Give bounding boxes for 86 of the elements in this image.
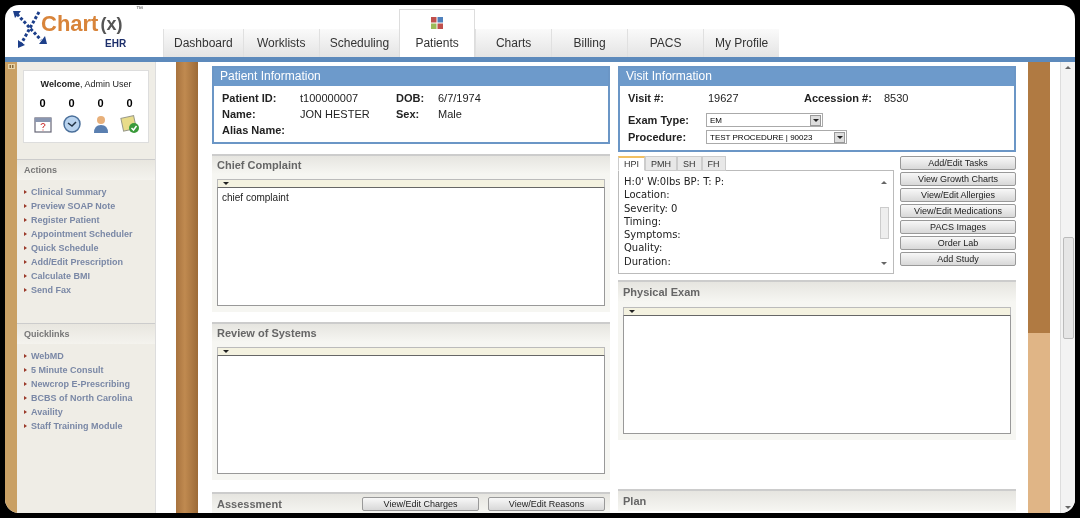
hpi-line: Timing: — [624, 214, 663, 229]
field-label: Sex: — [396, 108, 421, 120]
dropdown[interactable]: TEST PROCEDURE | 90023 — [706, 130, 847, 144]
bullet-icon — [24, 246, 27, 250]
hpi-text-box[interactable]: H:0' W:0lbs BP: T: P: Location: Severity: 0 Timing: Symptoms: Quality: Duration: — [618, 170, 894, 274]
bullet-icon — [24, 382, 27, 386]
action-button[interactable]: View/Edit Reasons — [488, 497, 605, 511]
bullet-icon — [24, 260, 27, 264]
logo-text-mark: (x) — [100, 13, 123, 36]
counter-value: 0 — [97, 97, 104, 109]
text-area[interactable]: chief complaint — [217, 188, 605, 306]
panel-title: Patient Information — [214, 68, 608, 86]
dropdown[interactable]: EM — [706, 113, 823, 127]
hpi-line: H:0' W:0lbs BP: T: P: — [624, 175, 726, 189]
dropdown-icon[interactable] — [223, 182, 229, 185]
field-label: Procedure: — [628, 131, 688, 143]
hpi-line: Symptoms: — [624, 228, 682, 242]
grid-icon — [431, 17, 444, 29]
bullet-icon — [24, 288, 27, 292]
hpi-line: Severity: 0 — [624, 201, 679, 215]
nav-tab[interactable]: Patients — [399, 9, 476, 57]
nav-tab[interactable]: Charts — [475, 29, 552, 57]
nav-tab[interactable]: Scheduling — [318, 29, 400, 57]
logo-subtitle: EHR — [105, 38, 127, 49]
field-value: 6/7/1974 — [438, 92, 482, 104]
history-tab[interactable]: SH — [677, 156, 702, 171]
nav-tab[interactable]: Dashboard — [163, 29, 243, 57]
history-tab[interactable]: HPI — [618, 156, 645, 171]
hpi-line: Location: — [624, 188, 671, 202]
field-label: Name: — [222, 108, 257, 120]
action-button[interactable]: Add Study — [900, 252, 1016, 266]
dropdown-icon[interactable] — [223, 350, 229, 353]
nav-tab[interactable]: PACS — [627, 29, 704, 57]
action-button[interactable]: Add/Edit Tasks — [900, 156, 1016, 170]
bullet-icon — [24, 218, 27, 222]
field-label: DOB: — [396, 92, 426, 104]
history-tab[interactable]: PMH — [645, 156, 677, 171]
bullet-icon — [24, 354, 27, 358]
field-label: Accession #: — [804, 92, 873, 104]
bullet-icon — [24, 368, 27, 372]
nav-tab[interactable]: My Profile — [703, 29, 780, 57]
field-value: 8530 — [884, 92, 910, 104]
collapse-icon — [7, 64, 15, 69]
field-label: Visit #: — [628, 92, 665, 104]
section-title: Chief Complaint — [217, 159, 302, 171]
counter-value: 0 — [39, 97, 46, 109]
hpi-line: Quality: — [624, 241, 664, 255]
page-scrollbar[interactable] — [1060, 62, 1075, 513]
bullet-icon — [24, 396, 27, 400]
panel-title: Visit Information — [620, 68, 1014, 86]
section-title: Assessment — [217, 498, 282, 510]
section-title: Physical Exam — [623, 286, 701, 298]
action-button[interactable]: Order Lab — [900, 236, 1016, 250]
nav-tab[interactable]: Worklists — [242, 29, 319, 57]
section-heading: Quicklinks — [17, 324, 155, 344]
action-button[interactable]: View/Edit Medications — [900, 204, 1016, 218]
field-label: Alias Name: — [222, 124, 286, 136]
bullet-icon — [24, 410, 27, 414]
checklist-icon[interactable] — [119, 114, 140, 134]
field-label: Exam Type: — [628, 114, 690, 126]
field-value: 19627 — [708, 92, 740, 104]
bullet-icon — [24, 274, 27, 278]
counter-value: 0 — [68, 97, 75, 109]
action-button[interactable]: View/Edit Allergies — [900, 188, 1016, 202]
nav-tab[interactable]: Billing — [551, 29, 628, 57]
welcome-text: Welcome, Admin User — [40, 79, 132, 89]
bullet-icon — [24, 232, 27, 236]
action-button[interactable]: PACS Images — [900, 220, 1016, 234]
bullet-icon — [24, 190, 27, 194]
section-title: Review of Systems — [217, 327, 317, 339]
dropdown-icon[interactable] — [629, 310, 635, 313]
calendar-icon[interactable] — [32, 114, 53, 134]
field-label: Patient ID: — [222, 92, 278, 104]
field-value: JON HESTER — [300, 108, 371, 120]
logo-text: Chart — [41, 12, 99, 36]
section-title: Plan — [623, 495, 647, 507]
history-tab[interactable]: FH — [701, 156, 726, 171]
action-button[interactable]: View Growth Charts — [900, 172, 1016, 186]
field-value: Male — [438, 108, 463, 120]
bullet-icon — [24, 204, 27, 208]
hpi-line: Duration: — [624, 254, 672, 269]
action-button[interactable]: View/Edit Charges — [362, 497, 479, 511]
field-value: t100000007 — [300, 92, 360, 104]
counter-value: 0 — [126, 97, 133, 109]
bullet-icon — [24, 424, 27, 428]
section-heading: Actions — [17, 160, 155, 180]
